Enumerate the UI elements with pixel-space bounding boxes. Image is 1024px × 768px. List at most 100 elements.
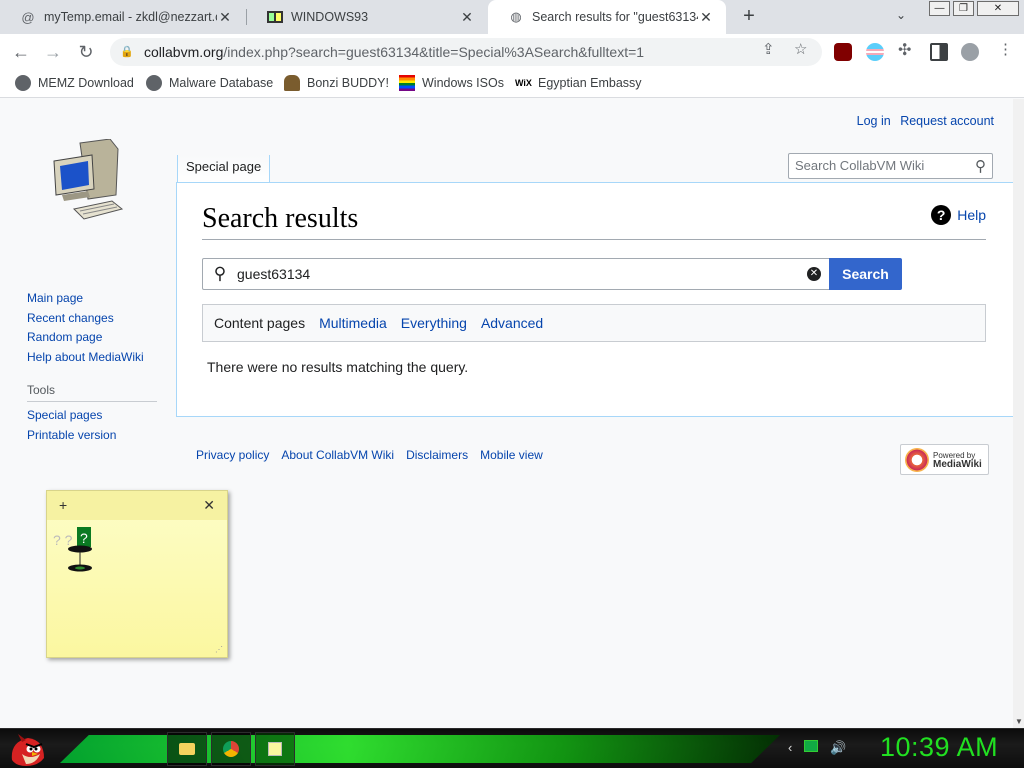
ublock-icon[interactable]	[834, 43, 852, 61]
tab-windows93[interactable]: WINDOWS93 ✕	[247, 0, 487, 34]
footer-disclaimers[interactable]: Disclaimers	[406, 448, 468, 462]
tab-title: WINDOWS93	[291, 10, 369, 24]
close-tab-icon[interactable]: ✕	[217, 9, 233, 26]
tab-search-results[interactable]: ◍ Search results for "guest63134" - ✕	[488, 0, 726, 34]
help-label: Help	[957, 207, 986, 223]
bookmark-malware-database[interactable]: Malware Database	[146, 75, 273, 91]
taskbar	[0, 728, 1024, 768]
tab-title: myTemp.email - zkdl@nezzart.cc	[44, 10, 217, 24]
mediawiki-logo-icon	[905, 447, 929, 472]
sidebar-item-main-page[interactable]: Main page	[27, 289, 157, 309]
footer-links: Privacy policy About CollabVM Wiki Discl…	[196, 448, 555, 462]
main-content: Search results ? Help ⚲ guest63134 ✕ Sea…	[176, 182, 1013, 417]
bonzi-icon	[284, 75, 300, 91]
sticky-notes-icon[interactable]	[255, 732, 295, 766]
help-link[interactable]: ? Help	[931, 205, 986, 225]
tab-special-page[interactable]: Special page	[177, 155, 271, 183]
menu-kebab-icon[interactable]: ⋮	[998, 40, 1013, 58]
close-tab-icon[interactable]: ✕	[459, 9, 475, 26]
search-profile-tabs: Content pages Multimedia Everything Adva…	[202, 304, 986, 342]
bookmark-egyptian-embassy[interactable]: WiX Egyptian Embassy	[515, 75, 642, 91]
bookmark-memz[interactable]: MEMZ Download	[15, 75, 134, 91]
user-links: Log in Request account	[851, 114, 994, 128]
close-window-button[interactable]: ✕	[977, 1, 1019, 16]
extensions-puzzle-icon[interactable]: ✣	[898, 40, 911, 60]
sidebar-item-help[interactable]: Help about MediaWiki	[27, 348, 157, 368]
globe-icon	[15, 75, 31, 91]
chrome-icon[interactable]	[211, 732, 251, 766]
rainbow-flag-icon	[399, 75, 415, 91]
bookmark-windows-isos[interactable]: Windows ISOs	[399, 75, 504, 91]
search-input-value: guest63134	[237, 266, 311, 282]
profile-avatar-icon[interactable]	[961, 43, 979, 61]
sticky-note-sketch: ? ? ?	[53, 527, 92, 572]
sidebar-item-random-page[interactable]: Random page	[27, 328, 157, 348]
sidebar-item-special-pages[interactable]: Special pages	[27, 406, 157, 426]
bookmark-label: Bonzi BUDDY!	[307, 76, 389, 90]
footer-mobile-view[interactable]: Mobile view	[480, 448, 543, 462]
powered-by-text: Powered by MediaWiki	[933, 451, 982, 470]
share-icon[interactable]: ⇪	[762, 40, 775, 58]
page-scrollbar[interactable]: ▼	[1013, 99, 1024, 728]
bookmark-label: Malware Database	[169, 76, 274, 90]
new-tab-button[interactable]: +	[738, 6, 760, 28]
volume-icon[interactable]: 🔊	[830, 740, 846, 756]
request-account-link[interactable]: Request account	[900, 114, 994, 128]
folder-icon[interactable]	[167, 732, 207, 766]
extension-flag-icon[interactable]	[866, 43, 884, 61]
footer-about[interactable]: About CollabVM Wiki	[281, 448, 394, 462]
bookmark-star-icon[interactable]: ☆	[794, 40, 807, 58]
network-icon[interactable]	[804, 740, 819, 752]
address-bar[interactable]: 🔒 collabvm.org/index.php?search=guest631…	[110, 38, 822, 66]
tab-mytemp[interactable]: @ myTemp.email - zkdl@nezzart.cc ✕	[0, 0, 245, 34]
search-icon: ⚲	[213, 264, 227, 283]
start-button-angry-bird-icon[interactable]	[8, 730, 48, 768]
svg-text:?: ?	[80, 530, 88, 546]
sidebar-item-printable-version[interactable]: Printable version	[27, 426, 157, 446]
sticky-note[interactable]: + ✕ ? ? ? ⋰	[46, 490, 228, 658]
sticky-note-titlebar[interactable]: + ✕	[47, 491, 227, 520]
profile-content-pages[interactable]: Content pages	[214, 315, 305, 331]
login-link[interactable]: Log in	[857, 114, 891, 128]
tab-search-chevron-icon[interactable]: ⌄	[896, 8, 906, 22]
taskbar-clock[interactable]: 10:39 AM	[880, 732, 998, 763]
url-text: collabvm.org/index.php?search=guest63134…	[144, 44, 644, 60]
search-icon[interactable]: ⚲	[975, 157, 986, 175]
profile-multimedia[interactable]: Multimedia	[319, 315, 387, 331]
sidebar-tools-heading: Tools	[27, 383, 157, 402]
browser-toolbar: ← → ↻ 🔒 collabvm.org/index.php?search=gu…	[0, 34, 1024, 70]
back-arrow-icon[interactable]: ←	[9, 40, 33, 64]
close-note-button[interactable]: ✕	[203, 497, 215, 514]
powered-by-mediawiki-badge[interactable]: Powered by MediaWiki	[900, 444, 989, 475]
search-button[interactable]: Search	[829, 258, 902, 290]
browser-tab-strip: @ myTemp.email - zkdl@nezzart.cc ✕ WINDO…	[0, 0, 1024, 34]
forward-arrow-icon[interactable]: →	[41, 40, 65, 64]
footer-privacy-policy[interactable]: Privacy policy	[196, 448, 269, 462]
add-note-button[interactable]: +	[59, 497, 67, 513]
sidebar: Main page Recent changes Random page Hel…	[27, 289, 157, 445]
profile-advanced[interactable]: Advanced	[481, 315, 543, 331]
bookmark-bonzi-buddy[interactable]: Bonzi BUDDY!	[284, 75, 389, 91]
tab-title: Search results for "guest63134" -	[532, 10, 698, 24]
minimize-button[interactable]: —	[929, 1, 950, 16]
resize-grip-icon[interactable]: ⋰	[215, 645, 223, 654]
tray-chevron-icon[interactable]: ‹	[788, 740, 792, 756]
restore-button[interactable]: ❐	[953, 1, 974, 16]
bookmark-label: Egyptian Embassy	[538, 76, 642, 90]
side-panel-icon[interactable]	[930, 43, 948, 61]
clear-search-icon[interactable]: ✕	[807, 267, 821, 281]
help-question-icon: ?	[931, 205, 952, 225]
site-logo-computer-icon[interactable]	[50, 139, 124, 225]
wiki-search-input[interactable]: Search CollabVM Wiki ⚲	[788, 153, 993, 179]
sidebar-item-recent-changes[interactable]: Recent changes	[27, 309, 157, 329]
page-title: Search results	[202, 203, 986, 240]
bookmarks-bar: MEMZ Download Malware Database Bonzi BUD…	[0, 70, 1024, 98]
search-input[interactable]: ⚲ guest63134 ✕	[202, 258, 830, 290]
close-tab-icon[interactable]: ✕	[698, 9, 714, 26]
scroll-down-arrow-icon[interactable]: ▼	[1015, 717, 1023, 726]
lock-icon: 🔒	[120, 46, 134, 58]
reload-icon[interactable]: ↻	[74, 40, 98, 64]
wiki-search-placeholder: Search CollabVM Wiki	[795, 158, 925, 173]
profile-everything[interactable]: Everything	[401, 315, 467, 331]
no-results-message: There were no results matching the query…	[207, 359, 469, 375]
